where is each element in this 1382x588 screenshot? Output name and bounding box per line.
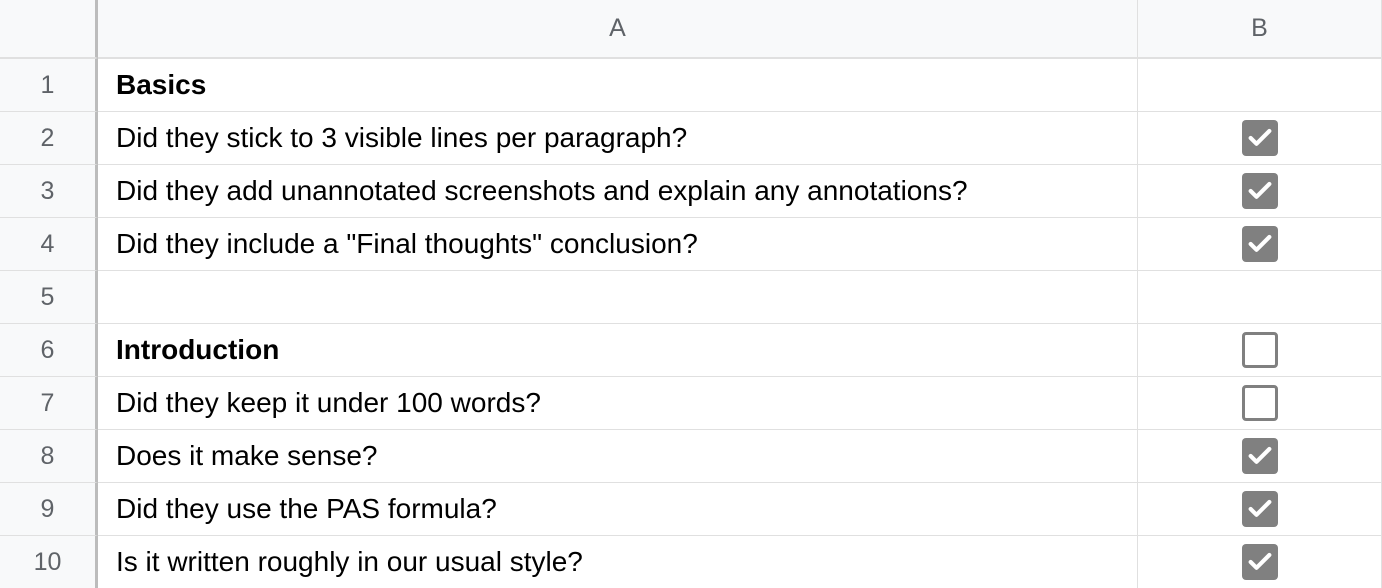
row-header-10[interactable]: 10 <box>0 535 98 588</box>
column-header-b[interactable]: B <box>1138 0 1382 58</box>
checkbox-b9[interactable] <box>1242 491 1278 527</box>
column-header-a[interactable]: A <box>98 0 1138 58</box>
cell-b3[interactable] <box>1138 164 1382 217</box>
checkbox-b3[interactable] <box>1242 173 1278 209</box>
cell-b4[interactable] <box>1138 217 1382 270</box>
cell-a9[interactable]: Did they use the PAS formula? <box>98 482 1138 535</box>
row-header-6[interactable]: 6 <box>0 323 98 376</box>
check-icon <box>1246 177 1274 205</box>
row-header-8[interactable]: 8 <box>0 429 98 482</box>
cell-b8[interactable] <box>1138 429 1382 482</box>
cell-b2[interactable] <box>1138 111 1382 164</box>
cell-b5[interactable] <box>1138 270 1382 323</box>
cell-b9[interactable] <box>1138 482 1382 535</box>
cell-a2[interactable]: Did they stick to 3 visible lines per pa… <box>98 111 1138 164</box>
corner-cell[interactable] <box>0 0 98 58</box>
cell-b1[interactable] <box>1138 58 1382 111</box>
cell-a4[interactable]: Did they include a "Final thoughts" conc… <box>98 217 1138 270</box>
check-icon <box>1246 495 1274 523</box>
cell-a3[interactable]: Did they add unannotated screenshots and… <box>98 164 1138 217</box>
checkbox-b6[interactable] <box>1242 332 1278 368</box>
row-header-4[interactable]: 4 <box>0 217 98 270</box>
cell-a8[interactable]: Does it make sense? <box>98 429 1138 482</box>
cell-a6[interactable]: Introduction <box>98 323 1138 376</box>
cell-a10[interactable]: Is it written roughly in our usual style… <box>98 535 1138 588</box>
row-header-9[interactable]: 9 <box>0 482 98 535</box>
row-header-7[interactable]: 7 <box>0 376 98 429</box>
check-icon <box>1246 124 1274 152</box>
checkbox-b8[interactable] <box>1242 438 1278 474</box>
checkbox-b2[interactable] <box>1242 120 1278 156</box>
spreadsheet-grid: A B 1 Basics 2 Did they stick to 3 visib… <box>0 0 1382 588</box>
cell-a1[interactable]: Basics <box>98 58 1138 111</box>
checkbox-b10[interactable] <box>1242 544 1278 580</box>
check-icon <box>1246 442 1274 470</box>
cell-b10[interactable] <box>1138 535 1382 588</box>
row-header-3[interactable]: 3 <box>0 164 98 217</box>
check-icon <box>1246 230 1274 258</box>
check-icon <box>1246 548 1274 576</box>
checkbox-b4[interactable] <box>1242 226 1278 262</box>
row-header-1[interactable]: 1 <box>0 58 98 111</box>
checkbox-b7[interactable] <box>1242 385 1278 421</box>
row-header-5[interactable]: 5 <box>0 270 98 323</box>
cell-b6[interactable] <box>1138 323 1382 376</box>
cell-b7[interactable] <box>1138 376 1382 429</box>
cell-a7[interactable]: Did they keep it under 100 words? <box>98 376 1138 429</box>
row-header-2[interactable]: 2 <box>0 111 98 164</box>
cell-a5[interactable] <box>98 270 1138 323</box>
